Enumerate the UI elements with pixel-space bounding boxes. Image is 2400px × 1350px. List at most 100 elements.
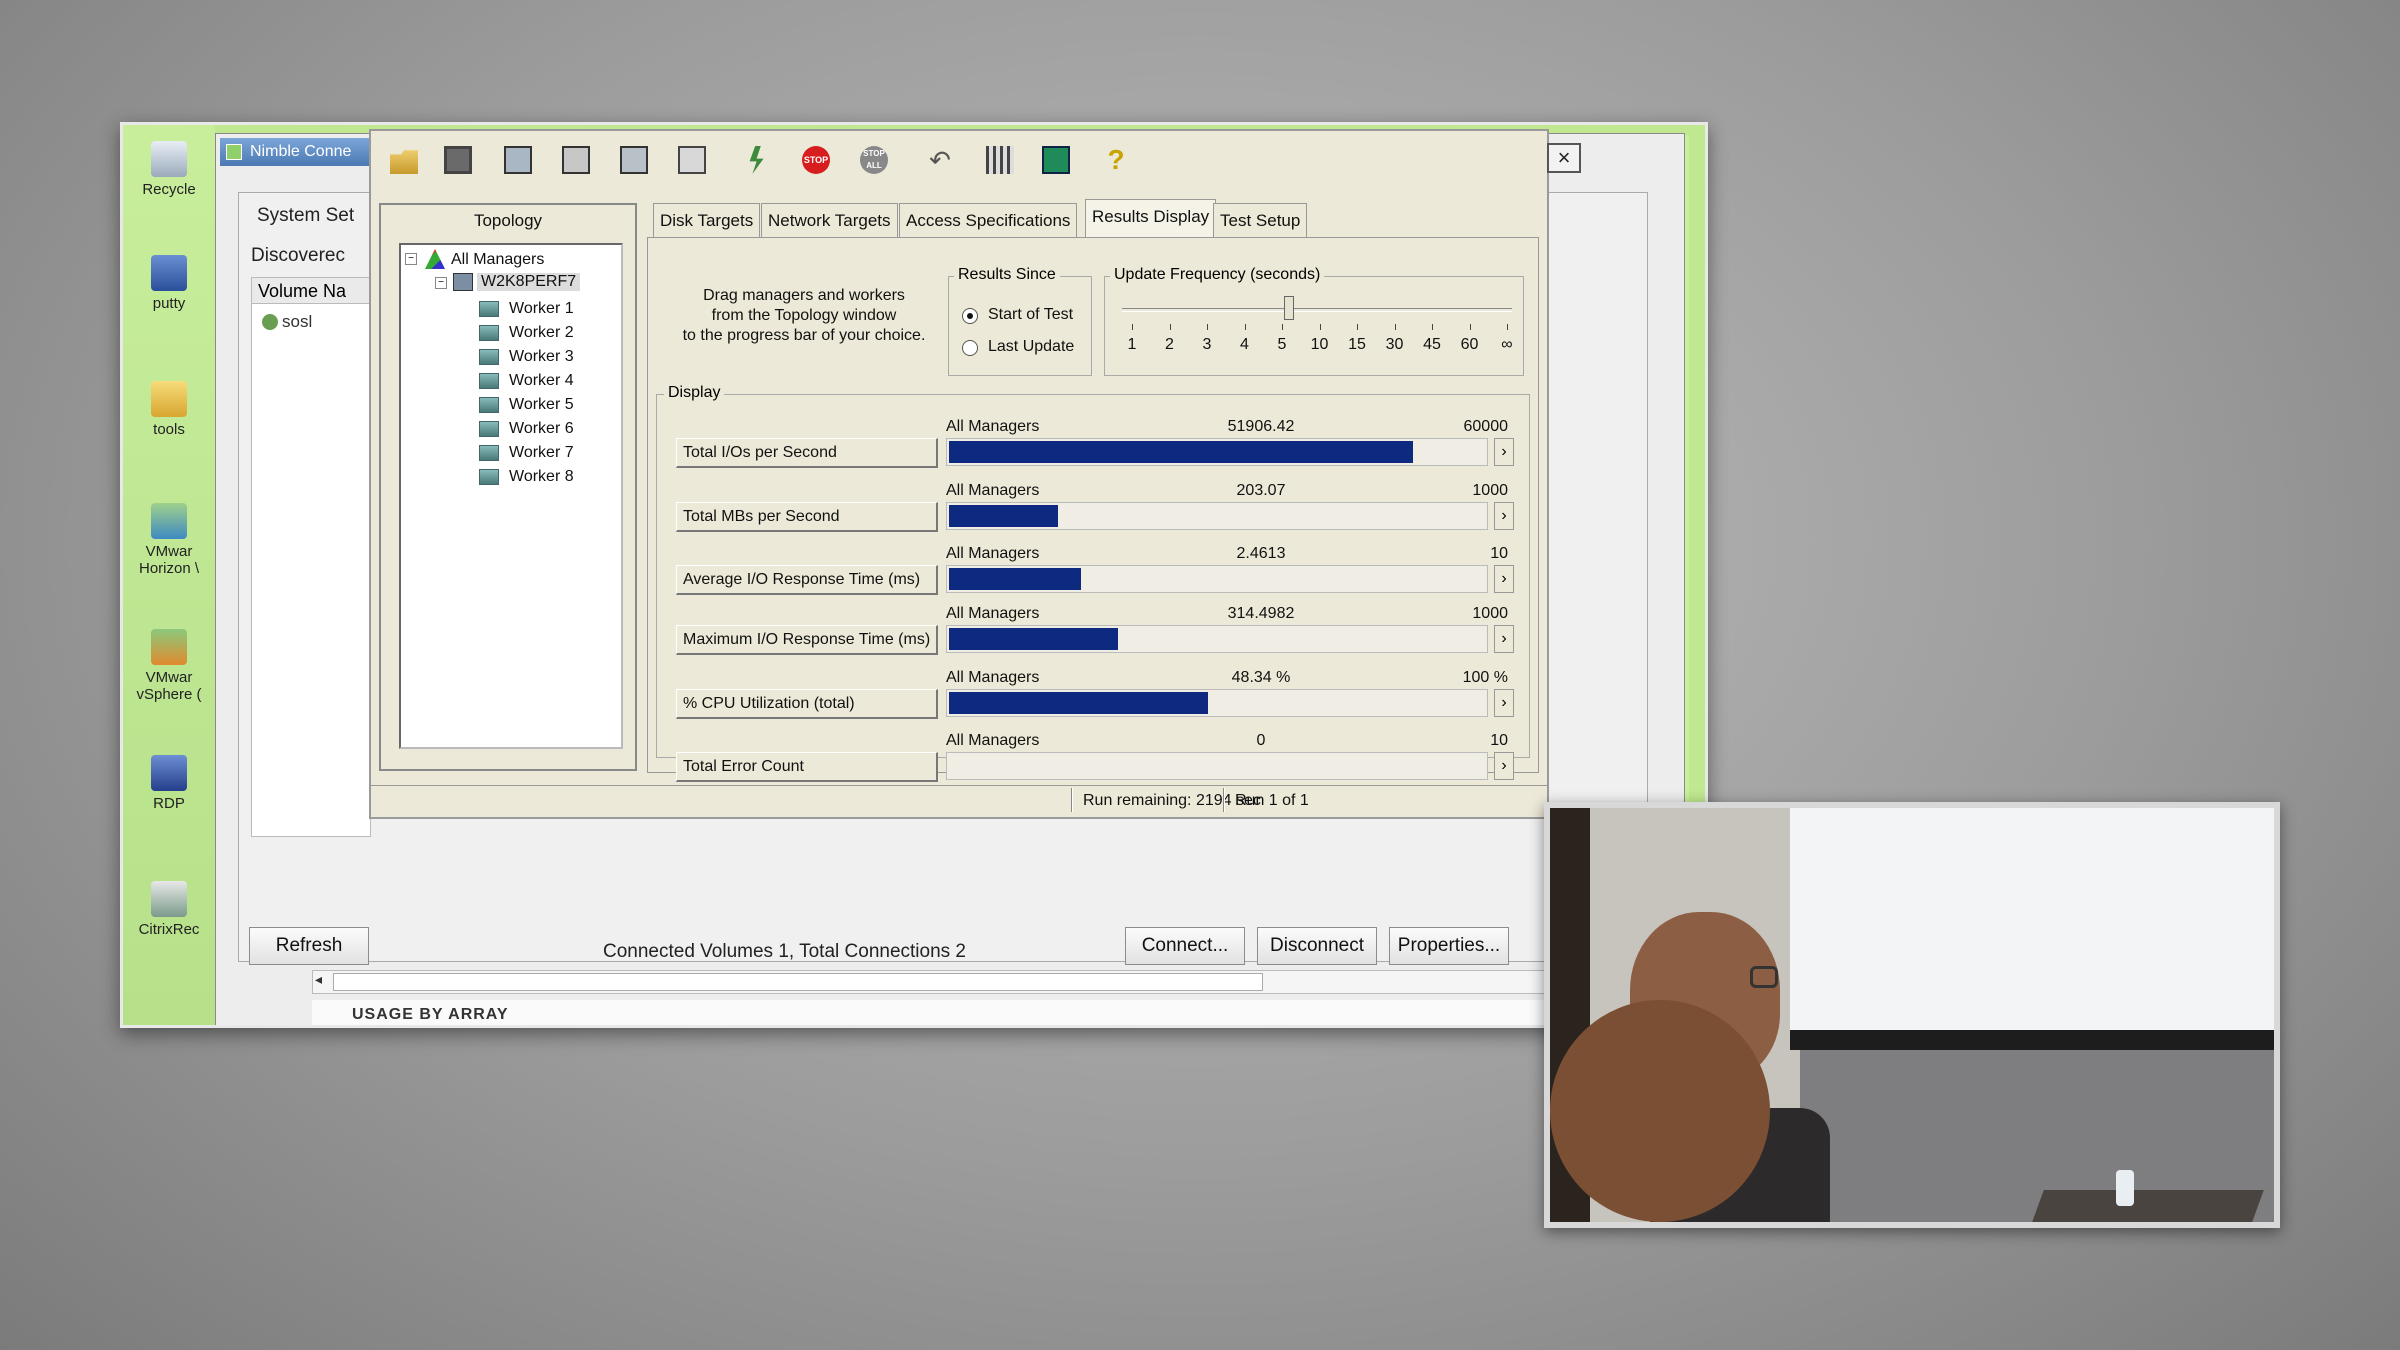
radio-last-update-label[interactable]: Last Update [988, 338, 1074, 356]
metric-expand-arrow-icon[interactable]: › [1494, 565, 1514, 593]
tree-worker[interactable]: Worker 6 [509, 420, 574, 438]
update-frequency-slider-track[interactable] [1122, 308, 1512, 312]
frequency-tick [1394, 324, 1396, 330]
desktop-icon-vmware-horizon[interactable]: VMwar Horizon \ [123, 503, 215, 577]
radio-last-update[interactable] [962, 340, 978, 356]
worker-icon [479, 445, 499, 461]
exit-icon [1042, 146, 1070, 174]
stop-button[interactable]: STOP [791, 137, 839, 183]
refresh-button[interactable]: Refresh [249, 927, 369, 965]
tab-access-specifications[interactable]: Access Specifications [899, 203, 1078, 237]
disconnect-button[interactable]: Disconnect [1257, 927, 1377, 965]
iometer-status-bar: Run remaining: 2194 sec Run 1 of 1 [371, 785, 1547, 815]
worker-icon [479, 325, 499, 341]
metric-expand-arrow-icon[interactable]: › [1494, 502, 1514, 530]
metric-progress-bar [946, 502, 1488, 530]
results-since-label: Results Since [954, 266, 1060, 284]
frequency-tick-label: 1 [1127, 336, 1137, 353]
desktop-icon-label: Recycle [142, 181, 196, 198]
open-icon [390, 150, 418, 174]
stop-all-button[interactable]: STOP ALL [849, 137, 897, 183]
tree-worker[interactable]: Worker 5 [509, 396, 574, 414]
open-button[interactable] [379, 137, 427, 183]
nimble-window-title[interactable]: Nimble Conne [220, 138, 370, 166]
tree-all-managers[interactable]: All Managers [451, 251, 544, 269]
metric-progress-fill [949, 628, 1118, 650]
putty-icon [151, 255, 187, 291]
copy-worker-icon [678, 146, 706, 174]
tab-test-setup[interactable]: Test Setup [1213, 203, 1308, 237]
tree-manager[interactable]: W2K8PERF7 [477, 273, 581, 291]
tab-network-targets[interactable]: Network Targets [761, 203, 898, 237]
tree-worker[interactable]: Worker 8 [509, 468, 574, 486]
help-button[interactable]: ? [1091, 137, 1139, 183]
metric-expand-arrow-icon[interactable]: › [1494, 438, 1514, 466]
tree-worker[interactable]: Worker 2 [509, 324, 574, 342]
metric-max: 100 % [1462, 669, 1508, 686]
metric-select-button[interactable]: Total Error Count [676, 752, 938, 782]
discovered-label: Discoverec [251, 245, 345, 266]
metric-max: 10 [1490, 732, 1508, 749]
metric-value: 314.4982 [1227, 605, 1295, 622]
metric-expand-arrow-icon[interactable]: › [1494, 689, 1514, 717]
vmware-horizon-icon [151, 503, 187, 539]
new-manager-icon [504, 146, 532, 174]
projection-screen-frame [1790, 1030, 2274, 1050]
exit-button[interactable] [1031, 137, 1079, 183]
tree-worker[interactable]: Worker 3 [509, 348, 574, 366]
tab-disk-targets[interactable]: Disk Targets [653, 203, 761, 237]
save-button[interactable] [433, 137, 481, 183]
volume-name-column-header[interactable]: Volume Na [252, 278, 370, 304]
tree-worker[interactable]: Worker 1 [509, 300, 574, 318]
scroll-left-arrow-icon[interactable]: ◂ [315, 971, 322, 988]
metric-expand-arrow-icon[interactable]: › [1494, 625, 1514, 653]
frequency-tick-label: 60 [1460, 336, 1479, 353]
system-settings-tab[interactable]: System Set [257, 205, 354, 227]
radio-start-of-test-label[interactable]: Start of Test [988, 306, 1073, 324]
update-frequency-slider-thumb[interactable] [1284, 296, 1294, 320]
new-manager-button[interactable] [493, 137, 541, 183]
radio-start-of-test[interactable] [962, 308, 978, 324]
tab-results-display[interactable]: Results Display [1085, 199, 1217, 237]
metric-expand-arrow-icon[interactable]: › [1494, 752, 1514, 780]
manager-icon [453, 273, 473, 291]
volume-row[interactable]: sosl [282, 312, 312, 332]
horizontal-scrollbar[interactable]: ◂ [312, 970, 1705, 994]
scrollbar-thumb[interactable] [333, 973, 1263, 991]
desktop-icon-vmware-vsphere[interactable]: VMwar vSphere ( [123, 629, 215, 703]
metric-value: 48.34 % [1231, 669, 1291, 686]
all-managers-icon [425, 249, 445, 269]
connect-button[interactable]: Connect... [1125, 927, 1245, 965]
metric-select-button[interactable]: Total I/Os per Second [676, 438, 938, 468]
workers-layout-button[interactable] [975, 137, 1023, 183]
desktop-icon-putty[interactable]: putty [123, 255, 215, 312]
topology-tree[interactable]: − All Managers − W2K8PERF7 Worker 1 Work… [399, 243, 623, 749]
desktop-icon-tools[interactable]: tools [123, 381, 215, 438]
tree-worker[interactable]: Worker 4 [509, 372, 574, 390]
metric-select-button[interactable]: Total MBs per Second [676, 502, 938, 532]
new-disk-worker-button[interactable] [551, 137, 599, 183]
frequency-tick-label: 15 [1348, 336, 1366, 353]
frequency-tick [1132, 324, 1133, 330]
properties-button[interactable]: Properties... [1389, 927, 1509, 965]
metric-select-button[interactable]: % CPU Utilization (total) [676, 689, 938, 719]
start-button[interactable] [733, 137, 781, 183]
volume-list[interactable]: Volume Na sosl [251, 277, 371, 837]
desktop-icon-citrix[interactable]: CitrixRec [123, 881, 215, 938]
metric-max: 1000 [1472, 605, 1508, 622]
help-icon: ? [1107, 144, 1125, 175]
tree-worker[interactable]: Worker 7 [509, 444, 574, 462]
copy-worker-button[interactable] [667, 137, 715, 183]
metric-select-button[interactable]: Maximum I/O Response Time (ms) [676, 625, 938, 655]
collapse-icon[interactable]: − [435, 277, 447, 289]
reset-workers-button[interactable]: ↶ [915, 137, 963, 183]
metric-progress-bar [946, 438, 1488, 466]
new-network-worker-button[interactable] [609, 137, 657, 183]
desktop-icon-rdp[interactable]: RDP [123, 755, 215, 812]
usage-by-array-section[interactable]: USAGE BY ARRAY [312, 1000, 1705, 1025]
desktop-icon-recycle[interactable]: Recycle [123, 141, 215, 198]
close-icon[interactable]: × [1547, 143, 1581, 173]
metric-select-button[interactable]: Average I/O Response Time (ms) [676, 565, 938, 595]
metric-progress-bar [946, 689, 1488, 717]
collapse-icon[interactable]: − [405, 253, 417, 265]
